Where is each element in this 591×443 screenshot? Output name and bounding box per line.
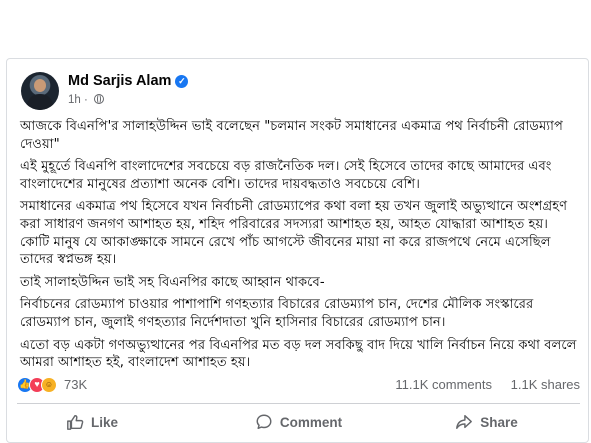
- meta-separator: ·: [84, 94, 88, 106]
- post-meta: 1h ·: [68, 94, 105, 106]
- haha-reaction-icon: ☺: [41, 377, 57, 393]
- post-paragraph: আজকে বিএনপি'র সালাহউদ্দিন ভাই বলেছেন "চল…: [20, 119, 563, 152]
- thumbs-up-icon: [67, 414, 84, 430]
- post-paragraph: নির্বাচনের রোডম্যাপ চাওয়ার পাশাপাশি গণহ…: [20, 297, 534, 330]
- share-count[interactable]: 1.1K shares: [511, 377, 580, 392]
- verified-badge-icon: ✓: [175, 75, 189, 88]
- author-name[interactable]: Md Sarjis Alam ✓: [68, 73, 189, 89]
- author-avatar[interactable]: [21, 72, 59, 110]
- author-name-text[interactable]: Md Sarjis Alam: [68, 73, 171, 89]
- comment-count[interactable]: 11.1K comments: [395, 377, 492, 392]
- post-stats: 👍 ♥ ☺ 73K 11.1K comments 1.1K shares: [17, 374, 580, 396]
- actions-divider: [17, 403, 580, 404]
- globe-icon: [94, 94, 105, 104]
- share-icon: [456, 414, 473, 430]
- post-paragraph: এতো বড় একটা গণঅভ্যুত্থানের পর বিএনপির ম…: [20, 337, 577, 371]
- post-paragraph: তাই সালাহউদ্দিন ভাই সহ বিএনপির কাছে আহ্ব…: [20, 274, 325, 290]
- post-card: Md Sarjis Alam ✓ 1h · আজকে বিএনপি'র সালাহ…: [6, 58, 589, 443]
- post-paragraph: এই মুহূর্তে বিএনপি বাংলাদেশের সবচেয়ে বড…: [20, 159, 552, 192]
- post-paragraph: সমাধানের একমাত্র পথ হিসেবে যখন নির্বাচনী…: [20, 199, 568, 268]
- comment-icon: [256, 414, 272, 430]
- post-body: আজকে বিএনপি'র সালাহউদ্দিন ভাই বলেছেন "চল…: [20, 118, 580, 377]
- share-label: Share: [480, 414, 518, 430]
- post-actions: Like Comment Share: [17, 406, 580, 438]
- like-button[interactable]: Like: [17, 406, 167, 438]
- avatar-face: [34, 79, 46, 92]
- like-label: Like: [90, 414, 118, 430]
- avatar-shoulders: [27, 94, 53, 110]
- comment-label: Comment: [279, 414, 343, 430]
- post-time[interactable]: 1h: [68, 94, 81, 106]
- reaction-count[interactable]: 73K: [64, 377, 87, 392]
- share-button[interactable]: Share: [393, 406, 580, 438]
- comment-button[interactable]: Comment: [205, 406, 392, 438]
